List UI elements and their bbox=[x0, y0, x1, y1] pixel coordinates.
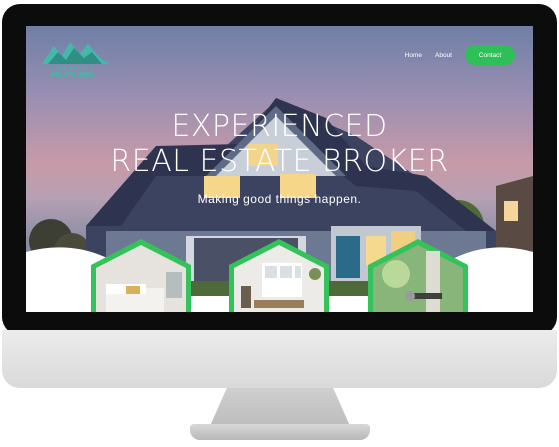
nav-home-link[interactable]: Home bbox=[405, 52, 422, 59]
monitor-chin bbox=[2, 330, 557, 388]
monitor: STAR REALTY 405-370-2680 Home About Cont… bbox=[0, 0, 559, 447]
top-nav: Home About Contact bbox=[405, 45, 515, 65]
hero-title-line-2: REAL ESTATE BROKER bbox=[110, 144, 449, 179]
hex-card-bedroom bbox=[91, 239, 191, 312]
contact-button[interactable]: Contact bbox=[465, 45, 515, 65]
website-screen: STAR REALTY 405-370-2680 Home About Cont… bbox=[26, 26, 533, 312]
logo-phone: 405-370-2680 bbox=[50, 72, 94, 79]
hex-card-key-in-door bbox=[368, 239, 468, 312]
hex-card-dining-room bbox=[229, 239, 329, 312]
monitor-stand bbox=[210, 388, 350, 426]
hero-title-line-1: EXPERIENCED bbox=[171, 109, 388, 144]
monitor-base bbox=[190, 424, 370, 440]
nav-about-link[interactable]: About bbox=[435, 52, 452, 59]
hero-tagline: Making good things happen. bbox=[197, 192, 362, 206]
